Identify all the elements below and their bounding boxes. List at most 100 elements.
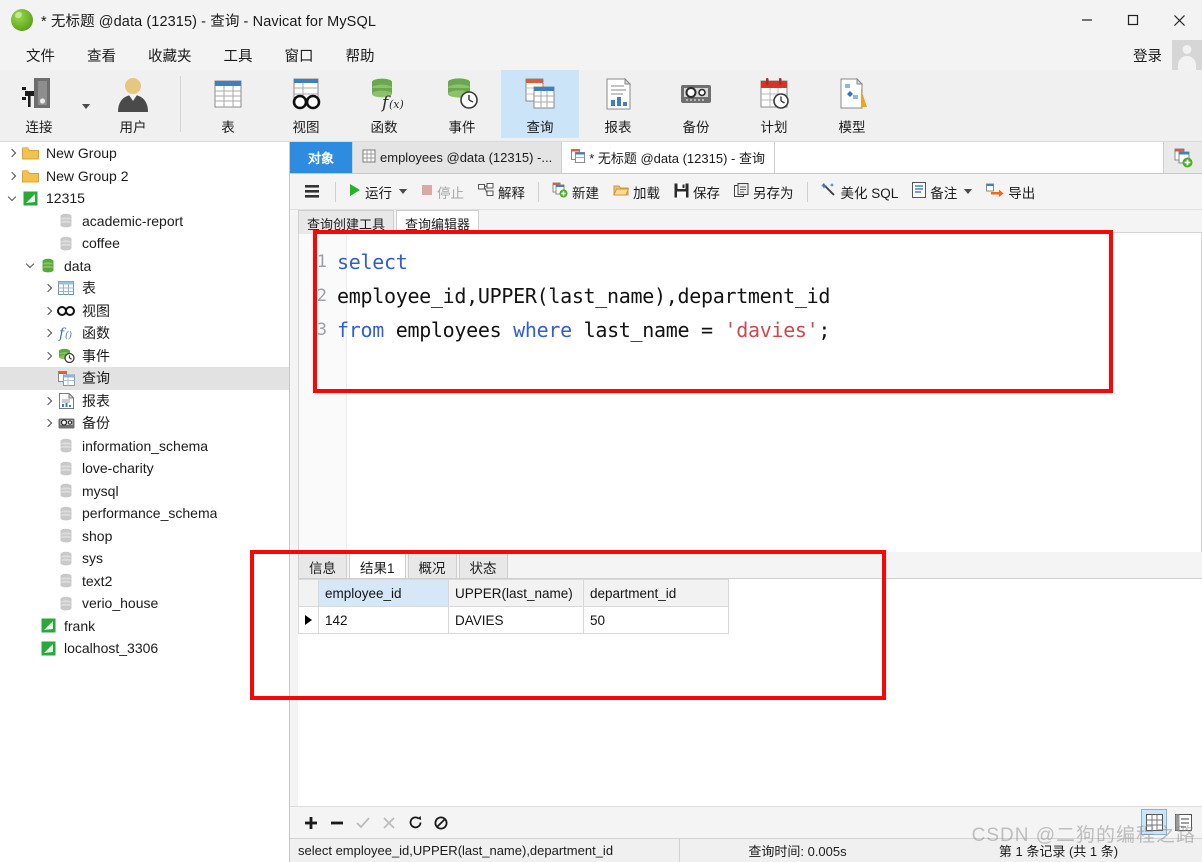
tree-item-视图[interactable]: 视图 [0,300,289,323]
sql-text: ; [818,318,831,342]
chevron-right-icon[interactable] [40,351,56,360]
toolbar-button-backup[interactable]: 备份 [657,70,735,138]
toolbar-button-schedule[interactable]: 计划 [735,70,813,138]
tree-item-事件[interactable]: 事件 [0,345,289,368]
chevron-down-icon[interactable] [399,189,407,194]
toolbar-button-query[interactable]: 查询 [501,70,579,138]
new-query-tab-icon[interactable] [1164,142,1202,173]
run-button[interactable]: 运行 [342,178,414,206]
toolbar-button-view[interactable]: 视图 [267,70,345,138]
result-tab-status[interactable]: 状态 [458,552,508,578]
chevron-right-icon[interactable] [40,306,56,315]
tree-item-表[interactable]: 表 [0,277,289,300]
result-tab-result1[interactable]: 结果1 [349,552,406,578]
save-as-button[interactable]: 另存为 [727,178,801,206]
table-row[interactable]: 142 DAVIES 50 [298,606,729,634]
tree-item-new-group-2[interactable]: New Group 2 [0,165,289,188]
tab-employees-table[interactable]: employees @data (12315) -... [353,142,563,173]
tree-item-coffee[interactable]: coffee [0,232,289,255]
column-header[interactable]: employee_id [318,579,449,607]
delete-record-icon[interactable] [324,811,350,835]
action-divider-2 [538,181,539,202]
toolbar-button-function[interactable]: f (x) 函数 [345,70,423,138]
apply-change-icon[interactable] [350,811,376,835]
cancel-change-icon[interactable] [376,811,402,835]
tab-objects[interactable]: 对象 [290,142,354,173]
tree-item-information_schema[interactable]: information_schema [0,435,289,458]
column-header[interactable]: UPPER(last_name) [448,579,584,607]
load-button[interactable]: 加载 [606,178,667,206]
login-button[interactable]: 登录 [1133,45,1162,66]
save-button[interactable]: 保存 [667,178,727,206]
user-icon [115,74,151,114]
tree-item-localhost_3306[interactable]: localhost_3306 [0,637,289,660]
tree-item-报表[interactable]: 报表 [0,390,289,413]
chevron-right-icon[interactable] [40,419,56,428]
table-cell[interactable]: DAVIES [448,606,584,634]
comment-button[interactable]: 备注 [905,178,979,206]
tree-item-shop[interactable]: shop [0,525,289,548]
chevron-right-icon[interactable] [4,149,20,158]
chevron-right-icon[interactable] [40,329,56,338]
chevron-right-icon[interactable] [4,171,20,180]
explain-button[interactable]: 解释 [471,178,532,206]
chevron-down-icon[interactable] [22,260,38,269]
line-number: 2 [316,286,327,306]
tree-item-text2[interactable]: text2 [0,570,289,593]
stop-button[interactable]: 停止 [414,178,471,206]
tree-item-函数[interactable]: f() 函数 [0,322,289,345]
tree-item-love-charity[interactable]: love-charity [0,457,289,480]
tree-item-frank[interactable]: frank [0,615,289,638]
tree-item-12315[interactable]: 12315 [0,187,289,210]
toolbar-button-user[interactable]: 用户 [94,70,172,138]
subtab-query-editor[interactable]: 查询编辑器 [396,210,480,234]
hamburger-menu-icon[interactable] [290,178,329,206]
export-button[interactable]: 导出 [979,178,1042,206]
menu-favorites[interactable]: 收藏夹 [136,43,204,68]
connection-dropdown-caret[interactable] [78,70,94,138]
chevron-right-icon[interactable] [40,396,56,405]
result-tab-info[interactable]: 信息 [298,552,347,578]
table-cell[interactable]: 50 [583,606,729,634]
tab-untitled-query[interactable]: * 无标题 @data (12315) - 查询 [562,142,775,173]
tree-item-mysql[interactable]: mysql [0,480,289,503]
minimize-button[interactable] [1064,0,1110,40]
result-tab-profile[interactable]: 概况 [407,552,457,578]
chevron-right-icon[interactable] [40,284,56,293]
close-button[interactable] [1156,0,1202,40]
column-header[interactable]: department_id [583,579,729,607]
tree-item-performance_schema[interactable]: performance_schema [0,502,289,525]
tree-item-academic-report[interactable]: academic-report [0,210,289,233]
beautify-sql-button[interactable]: 美化 SQL [814,178,906,206]
toolbar-label-report: 报表 [604,120,632,135]
tree-item-备份[interactable]: 备份 [0,412,289,435]
chevron-down-icon[interactable] [4,192,20,201]
toolbar-button-connection[interactable]: 连接 [0,70,78,138]
toolbar-button-table[interactable]: 表 [189,70,267,138]
stop-loading-icon[interactable] [428,811,454,835]
menu-window[interactable]: 窗口 [273,43,326,68]
tree-item-sys[interactable]: sys [0,547,289,570]
new-button[interactable]: 新建 [545,178,606,206]
avatar[interactable] [1172,40,1202,70]
chevron-down-icon[interactable] [964,189,973,194]
subtab-query-builder[interactable]: 查询创建工具 [298,210,395,234]
tree-item-verio_house[interactable]: verio_house [0,592,289,615]
table-cell[interactable]: 142 [318,606,449,634]
menu-help[interactable]: 帮助 [334,43,387,68]
tree-item-data[interactable]: data [0,255,289,278]
menu-tools[interactable]: 工具 [212,43,265,68]
menu-file[interactable]: 文件 [14,43,67,68]
result-table[interactable]: employee_id UPPER(last_name) department_id… [298,579,729,634]
maximize-button[interactable] [1110,0,1156,40]
add-record-icon[interactable] [298,811,324,835]
toolbar-button-event[interactable]: 事件 [423,70,501,138]
toolbar-button-model[interactable]: 模型 [813,70,891,138]
query-icon [571,149,586,166]
tree-item-new-group[interactable]: New Group [0,142,289,165]
object-tree-sidebar[interactable]: New Group New Group 2 12315 academic-report… [0,142,290,862]
refresh-icon[interactable] [402,811,428,835]
tree-item-查询[interactable]: 查询 [0,367,289,390]
toolbar-button-report[interactable]: 报表 [579,70,657,138]
menu-view[interactable]: 查看 [75,43,128,68]
